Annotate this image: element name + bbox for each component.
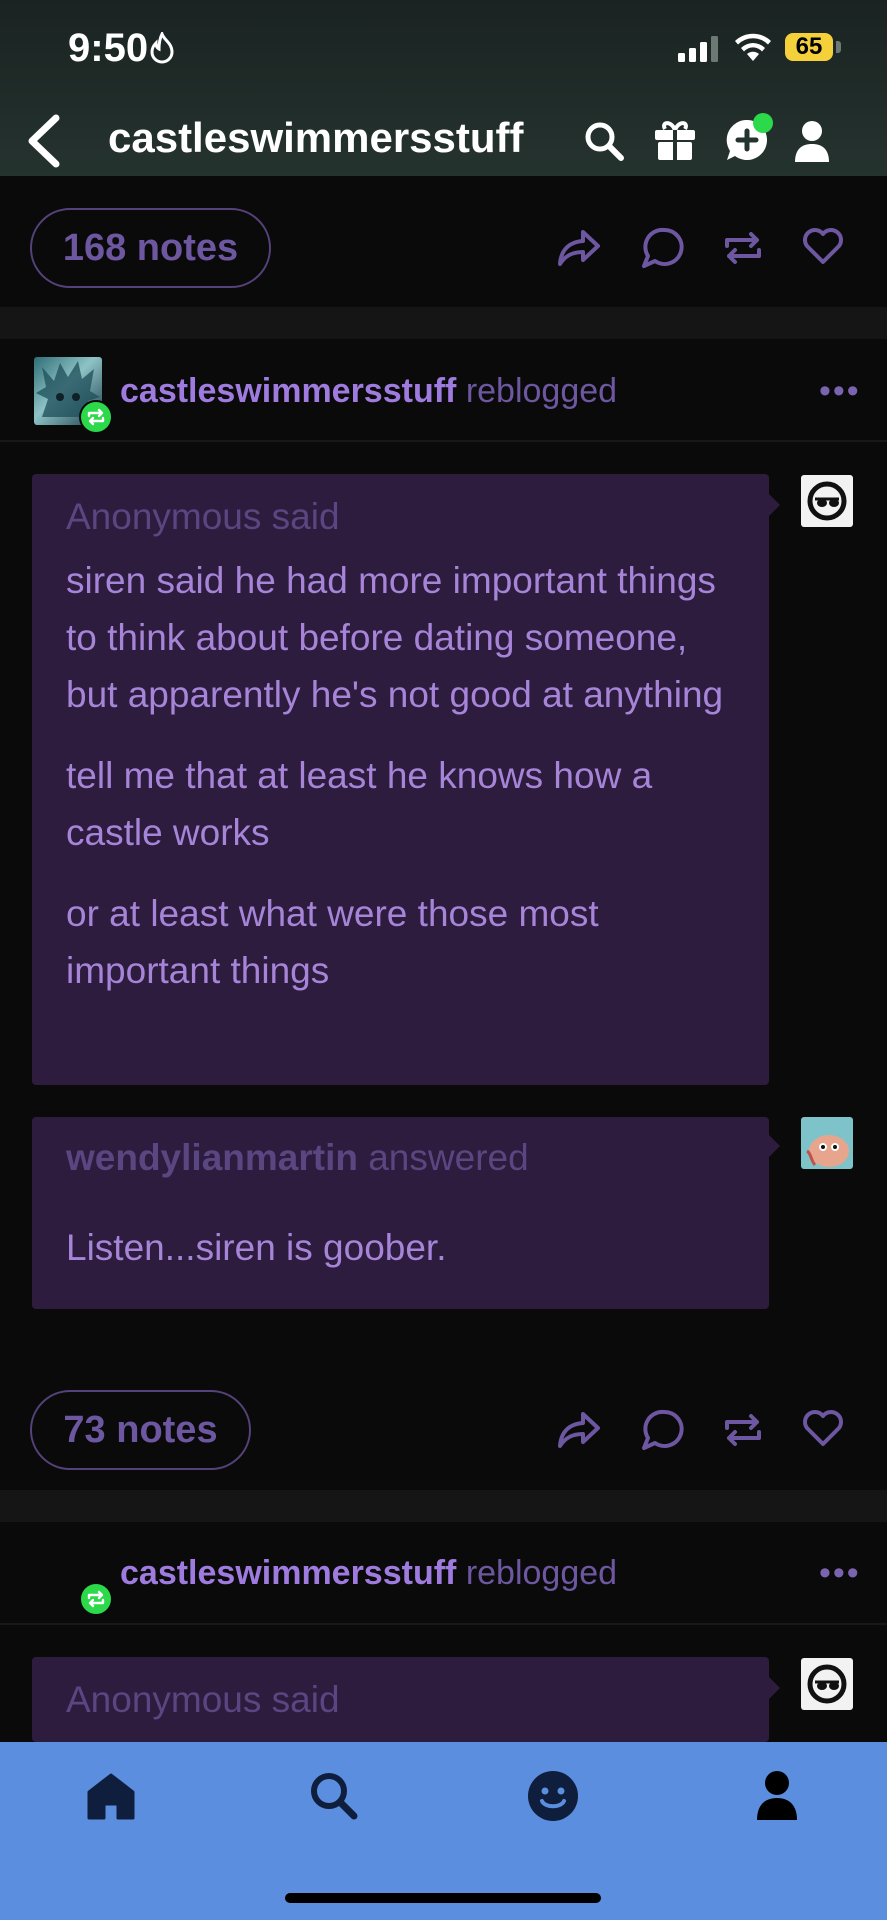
bubble-tail [769,1677,780,1699]
anonymous-avatar [801,1658,853,1710]
ask-paragraph: siren said he had more important things … [66,560,724,715]
ask-bubble: Anonymous said [32,1657,769,1742]
bubble-tail [769,1135,780,1157]
battery-tip [836,41,841,53]
wifi-icon [735,33,771,61]
answerer-name[interactable]: wendylianmartin [66,1137,358,1178]
battery-icon: 65 [785,33,833,61]
header-rule [0,1623,887,1625]
home-icon[interactable] [86,1772,136,1820]
post-divider [0,307,887,339]
asker-name: Anonymous [66,496,262,537]
reblog-badge [79,1582,113,1616]
notes-count-button[interactable]: 73 notes [30,1390,251,1470]
ask-paragraph: or at least what were those most importa… [66,893,599,991]
back-icon[interactable] [24,114,64,168]
more-icon[interactable]: ••• [819,1554,861,1593]
home-indicator [285,1893,601,1903]
share-icon[interactable] [557,1410,601,1450]
blog-title: castleswimmersstuff [108,114,524,161]
post-divider [0,1490,887,1522]
status-time: 9:50 [68,26,149,70]
answer-text: Listen...siren is goober. [66,1227,447,1268]
reblog-badge [79,400,113,434]
search-icon[interactable] [583,120,625,162]
asker-name: Anonymous [66,1679,262,1720]
explore-icon[interactable] [308,1770,358,1820]
reblogger-line: castleswimmersstuff reblogged [120,372,617,411]
share-icon[interactable] [557,228,601,268]
ask-header: Anonymous said [66,496,735,538]
header-rule [0,440,887,442]
heart-icon[interactable] [801,1408,845,1448]
reblogged-label: reblogged [465,372,618,410]
answer-bubble: wendylianmartin answered Listen...siren … [32,1117,769,1309]
notification-dot [753,113,773,133]
reblogger-line: castleswimmersstuff reblogged [120,1554,617,1593]
notes-count-button[interactable]: 168 notes [30,208,271,288]
anonymous-avatar [801,475,853,527]
more-icon[interactable]: ••• [819,372,861,411]
reblog-icon[interactable] [721,228,765,268]
ask-bubble: Anonymous said siren said he had more im… [32,474,769,1085]
asker-said: said [271,1679,340,1720]
account-icon[interactable] [757,1770,797,1820]
ask-header: Anonymous said [66,1679,735,1721]
answerer-avatar[interactable] [801,1117,853,1169]
asker-said: said [271,496,340,537]
answered-label: answered [368,1137,529,1178]
activity-icon[interactable] [527,1770,579,1822]
reblog-icon[interactable] [721,1410,765,1450]
bubble-tail [769,494,780,516]
reblogger-name[interactable]: castleswimmersstuff [120,1554,456,1592]
signal-icon [678,36,718,62]
reblogged-label: reblogged [465,1554,618,1592]
heart-icon[interactable] [801,226,845,266]
user-icon[interactable] [795,120,829,162]
ask-paragraph: tell me that at least he knows how a cas… [66,755,653,853]
answer-header: wendylianmartin answered [66,1137,735,1179]
flame-icon [150,32,174,64]
reblogger-name[interactable]: castleswimmersstuff [120,372,456,410]
gift-icon[interactable] [653,118,697,162]
comment-icon[interactable] [640,1408,684,1452]
comment-icon[interactable] [640,226,684,270]
